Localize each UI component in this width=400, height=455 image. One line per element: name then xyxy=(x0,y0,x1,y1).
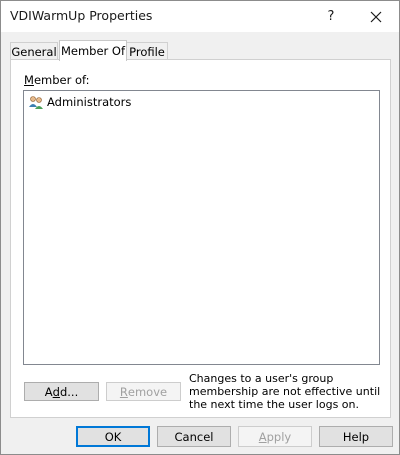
help-title-button[interactable]: ? xyxy=(308,1,354,32)
window-title: VDIWarmUp Properties xyxy=(10,8,153,23)
cancel-button[interactable]: Cancel xyxy=(157,426,231,447)
member-of-label: Member of: xyxy=(24,73,90,87)
apply-button[interactable]: Apply xyxy=(238,426,312,447)
close-button[interactable] xyxy=(353,1,399,32)
help-button[interactable]: Help xyxy=(319,426,393,447)
tab-general[interactable]: General xyxy=(10,42,58,60)
tab-member-of[interactable]: Member Of xyxy=(59,40,127,61)
group-name: Administrators xyxy=(47,95,132,109)
properties-dialog: VDIWarmUp Properties ? General Member Of… xyxy=(0,0,400,455)
ok-button[interactable]: OK xyxy=(76,426,150,447)
title-bar: VDIWarmUp Properties ? xyxy=(1,1,399,32)
tab-profile[interactable]: Profile xyxy=(126,42,168,60)
member-of-listbox[interactable]: Administrators xyxy=(23,90,380,365)
remove-button[interactable]: Remove xyxy=(106,382,181,401)
member-of-panel: Member of: Administrators Ad d... Remove … xyxy=(10,59,391,418)
list-item[interactable]: Administrators xyxy=(28,93,131,111)
close-icon xyxy=(370,11,382,22)
membership-note: Changes to a user's group membership are… xyxy=(189,372,381,411)
group-icon xyxy=(29,96,43,109)
add-button[interactable]: Ad d... xyxy=(24,382,99,401)
